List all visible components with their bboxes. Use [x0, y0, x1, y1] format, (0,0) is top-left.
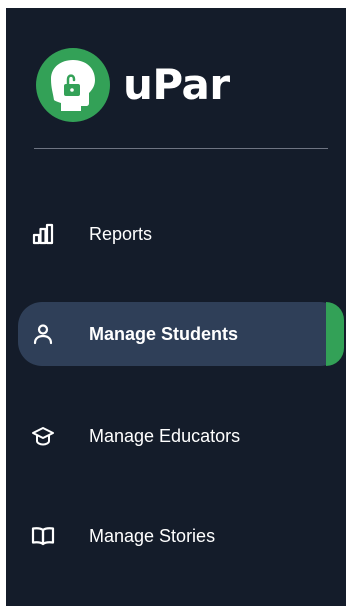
brand-name: uPar	[123, 60, 230, 109]
nav-item-label: Manage Educators	[89, 426, 241, 446]
brand: uPar	[36, 48, 230, 122]
user-icon	[30, 321, 56, 347]
nav-item-label: Manage Students	[89, 324, 239, 344]
nav-item-label: Reports	[89, 224, 153, 244]
nav-item-reports[interactable]: Reports	[18, 202, 344, 266]
sidebar: uPar Reports Manage Students Manage Educ…	[6, 8, 346, 606]
graduation-cap-icon	[30, 423, 56, 449]
active-indicator	[326, 302, 344, 366]
upar-logo-icon	[36, 48, 110, 122]
nav-item-manage-students[interactable]: Manage Students	[18, 302, 344, 366]
nav-item-manage-stories[interactable]: Manage Stories	[18, 504, 344, 568]
bar-chart-icon	[30, 221, 56, 247]
nav-item-label: Manage Stories	[89, 526, 216, 546]
nav-item-manage-educators[interactable]: Manage Educators	[18, 404, 344, 468]
divider	[34, 148, 328, 149]
open-book-icon	[30, 523, 56, 549]
